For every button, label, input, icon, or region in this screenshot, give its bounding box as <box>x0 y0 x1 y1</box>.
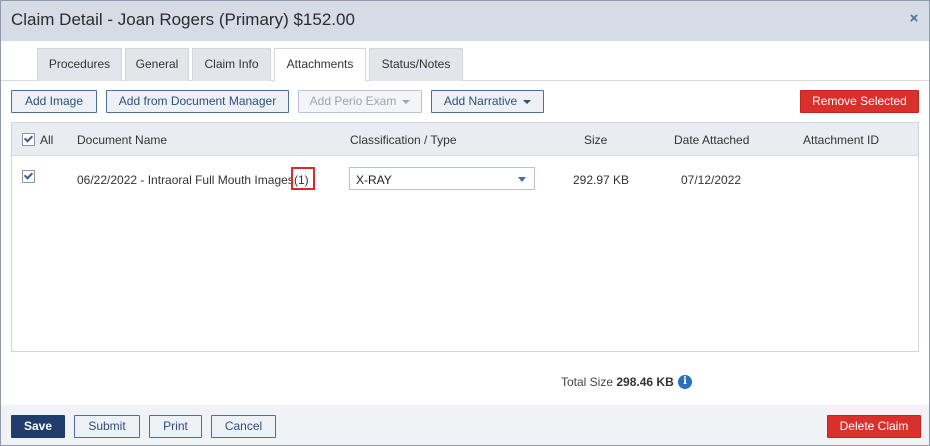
attachment-count: (1) <box>294 173 309 187</box>
table-row: 06/22/2022 - Intraoral Full Mouth Images… <box>12 157 918 201</box>
tab-status-notes[interactable]: Status/Notes <box>369 48 463 81</box>
attachments-toolbar: Add Image Add from Document Manager Add … <box>1 81 929 121</box>
add-image-button[interactable]: Add Image <box>11 90 97 113</box>
header-document-name[interactable]: Document Name <box>77 133 167 147</box>
tab-procedures[interactable]: Procedures <box>37 48 122 81</box>
total-size-value: 298.46 KB <box>616 375 674 389</box>
attachments-grid: All Document Name Classification / Type … <box>11 122 919 352</box>
header-attachment-id[interactable]: Attachment ID <box>803 133 879 147</box>
tab-claim-info[interactable]: Claim Info <box>192 48 271 81</box>
header-date-attached[interactable]: Date Attached <box>674 133 749 147</box>
dialog-title: Claim Detail - Joan Rogers (Primary) $15… <box>11 10 355 29</box>
close-icon[interactable]: × <box>907 11 921 26</box>
check-icon <box>23 170 34 180</box>
chevron-down-icon <box>523 99 532 104</box>
size-cell: 292.97 KB <box>573 173 630 187</box>
header-size[interactable]: Size <box>584 133 607 147</box>
add-perio-exam-button: Add Perio Exam <box>298 90 422 113</box>
add-narrative-label: Add Narrative <box>443 94 518 108</box>
check-icon <box>23 133 34 143</box>
grid-header: All Document Name Classification / Type … <box>12 123 918 156</box>
header-all: All <box>40 133 54 147</box>
chevron-down-icon <box>402 99 411 104</box>
tab-attachments[interactable]: Attachments <box>274 48 366 82</box>
save-button[interactable]: Save <box>11 415 65 438</box>
add-perio-exam-label: Add Perio Exam <box>309 94 397 108</box>
row-checkbox[interactable] <box>22 170 35 183</box>
add-from-document-manager-button[interactable]: Add from Document Manager <box>106 90 289 113</box>
print-button[interactable]: Print <box>149 415 202 438</box>
dialog-footer: Save Submit Print Cancel Delete Claim <box>1 405 929 445</box>
tab-general[interactable]: General <box>125 48 189 81</box>
chevron-down-icon <box>518 177 526 182</box>
tab-strip: Procedures General Claim Info Attachment… <box>1 41 929 82</box>
classification-select[interactable]: X-RAY <box>349 167 535 190</box>
delete-claim-button[interactable]: Delete Claim <box>827 415 921 438</box>
total-size: Total Size 298.46 KB <box>561 375 674 389</box>
total-size-label: Total Size <box>561 375 614 389</box>
header-classification[interactable]: Classification / Type <box>350 133 457 147</box>
document-name-cell[interactable]: 06/22/2022 - Intraoral Full Mouth Images <box>77 173 294 187</box>
remove-selected-button[interactable]: Remove Selected <box>800 90 919 113</box>
submit-button[interactable]: Submit <box>74 415 140 438</box>
classification-value: X-RAY <box>356 173 392 187</box>
info-icon[interactable]: i <box>678 375 692 389</box>
claim-detail-dialog: Claim Detail - Joan Rogers (Primary) $15… <box>0 0 930 446</box>
date-attached-cell: 07/12/2022 <box>681 173 742 187</box>
add-narrative-button[interactable]: Add Narrative <box>431 90 544 113</box>
dialog-titlebar: Claim Detail - Joan Rogers (Primary) $15… <box>1 1 929 41</box>
select-all-checkbox[interactable] <box>22 133 35 146</box>
cancel-button[interactable]: Cancel <box>211 415 276 438</box>
